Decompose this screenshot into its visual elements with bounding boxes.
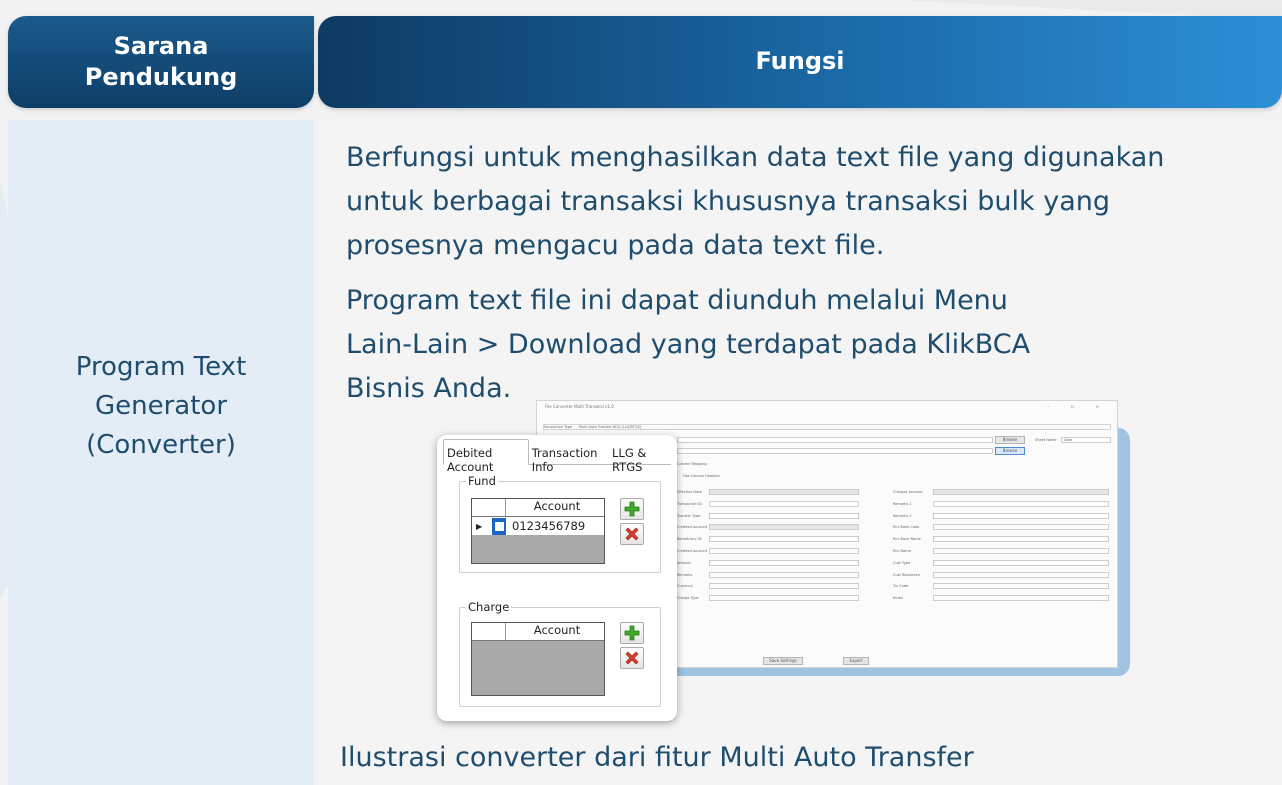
mapping-label-right: Remarks 1 — [893, 501, 912, 506]
mapping-label-right: Cust Residence — [893, 572, 920, 577]
mapping-label-left: Remarks — [677, 572, 693, 577]
mapping-label-left: Transfer Type — [677, 513, 701, 518]
charge-group: Charge Account — [459, 600, 661, 707]
tool-name: Program Text Generator (Converter) — [75, 352, 247, 460]
figure-caption: Ilustrasi converter dari fitur Multi Aut… — [340, 742, 974, 773]
transaction-type-select[interactable] — [543, 424, 1111, 430]
mapping-select-left[interactable] — [709, 500, 859, 507]
mapping-select-right[interactable] — [933, 536, 1109, 543]
function-paragraph-1: Berfungsi untuk menghasilkan data text f… — [346, 142, 1165, 261]
browse-button-2[interactable]: Browse — [995, 447, 1025, 455]
save-settings-button[interactable]: Save Settings — [763, 657, 803, 665]
mapping-select-right[interactable] — [933, 559, 1109, 566]
grid-header-row: Account — [472, 623, 604, 641]
mapping-select-left[interactable] — [709, 512, 859, 519]
mapping-select-left[interactable] — [709, 536, 859, 543]
mapping-label-left: Beneficiary ID — [677, 537, 702, 542]
header-left-title: Sarana Pendukung — [84, 31, 238, 91]
tab-transaction-info[interactable]: Transaction Info — [529, 439, 609, 474]
remove-charge-button[interactable] — [620, 647, 644, 669]
mapping-label-right: Trx Code — [893, 584, 909, 589]
output-file-field[interactable] — [677, 448, 993, 454]
mapping-label-left: Effective Date — [677, 490, 702, 494]
row-checkbox[interactable] — [492, 517, 506, 535]
mapping-select-right[interactable] — [933, 583, 1109, 590]
account-column-header: Account — [533, 623, 581, 637]
mapping-select-right[interactable] — [933, 548, 1109, 554]
red-x-icon — [625, 527, 639, 541]
header-fungsi: Fungsi — [318, 16, 1282, 108]
mapping-label-left: Amount — [677, 560, 691, 565]
row-pointer-icon: ▶ — [476, 521, 483, 531]
mapping-label-left: Transaction ID — [677, 501, 702, 506]
sheet-name-value: Data — [1064, 438, 1073, 442]
sheet-name-label: Sheet Name — [1035, 438, 1057, 442]
mapping-select-left[interactable] — [709, 583, 859, 590]
add-charge-button[interactable] — [620, 622, 644, 644]
mapping-select-right[interactable] — [933, 500, 1109, 507]
green-plus-icon — [624, 625, 640, 641]
mapping-label-right: Email — [893, 596, 903, 601]
mapping-select-left[interactable] — [709, 595, 859, 602]
mapping-select-left[interactable] — [709, 559, 859, 566]
mapping-label-right: Charges Account — [893, 490, 923, 494]
function-paragraph-2: Program text file ini dapat diunduh mela… — [346, 285, 1031, 404]
fund-account-value[interactable]: 0123456789 — [506, 517, 604, 535]
sheet-name-select[interactable]: Data — [1061, 437, 1111, 443]
has-column-headers-label: Has Column Headers — [683, 474, 720, 478]
mapping-label-left: Charge Type — [677, 596, 699, 601]
account-column-header: Account — [533, 499, 581, 513]
mapping-label-left: Currency — [677, 584, 693, 589]
mapping-select-left[interactable] — [709, 571, 859, 578]
mapping-select-right[interactable] — [933, 524, 1109, 531]
mapping-select-left[interactable] — [709, 524, 859, 531]
mapping-select-right[interactable] — [933, 571, 1109, 578]
mapping-select-right[interactable] — [933, 512, 1109, 519]
grid-header-row: Account — [472, 499, 604, 517]
mapping-label-left: Credited Account — [677, 525, 708, 530]
mapping-select-left[interactable] — [709, 489, 859, 495]
fund-group: Fund Account ▶ 0123456789 — [459, 474, 661, 573]
column-mapping-label: Column Mapping — [677, 462, 707, 466]
header-right-title: Fungsi — [755, 47, 845, 76]
tool-name-cell: Program Text Generator (Converter) — [8, 120, 314, 785]
mapping-select-right[interactable] — [933, 595, 1109, 602]
mapping-label-right: Rcv Name — [893, 549, 911, 553]
charge-group-title: Charge — [466, 600, 512, 614]
app-title: File Converter Multi Transaksi v1.0 — [545, 404, 614, 409]
export-button[interactable]: Export — [843, 657, 869, 665]
green-plus-icon — [624, 501, 640, 517]
input-file-field[interactable] — [677, 437, 993, 443]
mapping-label-right: Cust Type — [893, 560, 911, 565]
grid-header-selector — [472, 499, 506, 516]
mapping-label-left: Credited Account — [677, 549, 708, 553]
tab-bar: Debited Account Transaction Info LLG & R… — [443, 439, 671, 474]
remove-fund-button[interactable] — [620, 523, 644, 545]
mapping-select-right[interactable] — [933, 489, 1109, 495]
tab-llg-rtgs[interactable]: LLG & RTGS — [609, 439, 671, 474]
table-row[interactable]: ▶ 0123456789 — [472, 517, 604, 535]
mapping-label-right: Rcv Bank Name — [893, 537, 921, 542]
debited-account-panel: Debited Account Transaction Info LLG & R… — [437, 435, 677, 721]
row-selector: ▶ — [472, 517, 506, 535]
window-controls[interactable]: – ☐ ✕ — [1048, 404, 1109, 409]
fund-account-grid[interactable]: Account ▶ 0123456789 — [471, 498, 605, 564]
charge-account-grid[interactable]: Account — [471, 622, 605, 696]
add-fund-button[interactable] — [620, 498, 644, 520]
browse-button-1[interactable]: Browse — [995, 436, 1025, 444]
fund-group-title: Fund — [466, 474, 498, 488]
mapping-label-right: Rcv Bank Code — [893, 525, 920, 530]
tab-debited-account[interactable]: Debited Account — [443, 439, 529, 474]
mapping-label-right: Remarks 2 — [893, 513, 912, 518]
grid-header-selector — [472, 623, 506, 640]
red-x-icon — [625, 651, 639, 665]
header-sarana-pendukung: Sarana Pendukung — [8, 16, 314, 108]
mapping-select-left[interactable] — [709, 548, 859, 554]
